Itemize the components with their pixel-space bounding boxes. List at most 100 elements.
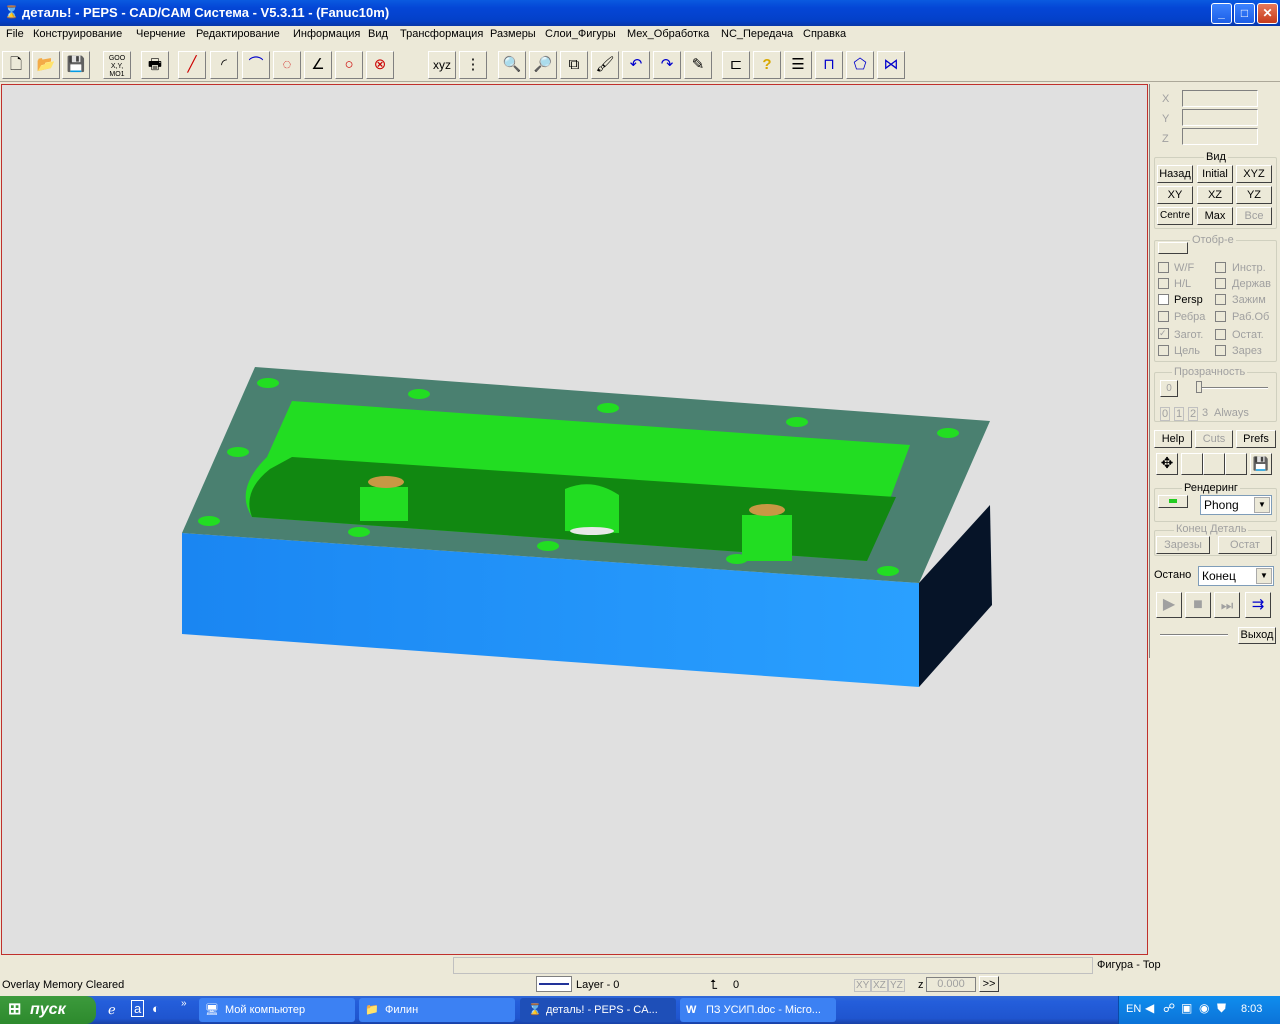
view-initial-button[interactable]: Initial [1197,165,1233,183]
tray-back-icon[interactable]: ◀ [1145,1001,1154,1015]
tray-network-icon[interactable]: ☍ [1163,1001,1175,1015]
help-button[interactable]: Help [1154,430,1192,448]
display-stock-checkbox[interactable]: ✓ [1158,328,1169,339]
endpart-cuts-button[interactable]: Зарезы [1156,536,1210,554]
menu-transform[interactable]: Трансформация [400,28,483,40]
profile-icon[interactable]: ⊓ [815,51,843,79]
more-button[interactable]: >> [979,976,999,992]
tray-green-icon[interactable]: ◉ [1199,1001,1209,1015]
display-cuts-checkbox[interactable] [1215,345,1226,356]
menu-file[interactable]: File [6,28,24,40]
menu-help[interactable]: Справка [803,28,846,40]
display-hl-checkbox[interactable] [1158,278,1169,289]
display-workpiece-checkbox[interactable] [1215,311,1226,322]
open-icon[interactable]: 📂 [32,51,60,79]
list-icon[interactable]: ☰ [784,51,812,79]
endpart-rest-button[interactable]: Остат [1218,536,1272,554]
coord-z-field[interactable] [1182,128,1258,145]
redo-icon[interactable]: ↷ [653,51,681,79]
plane-xz[interactable]: XZ [871,979,888,992]
arc3-icon[interactable]: ⌒ [242,51,270,79]
transparency-level-0[interactable]: 0 [1160,407,1171,421]
menu-info[interactable]: Информация [293,28,360,40]
zoom-window-icon[interactable]: 🔎 [529,51,557,79]
layer-color-swatch[interactable] [536,976,572,992]
plane-xy[interactable]: XY [854,979,872,992]
step-icon[interactable]: ⏭ [1214,592,1240,618]
display-persp-checkbox[interactable] [1158,294,1169,305]
task-peps[interactable]: ⌛ деталь! - PEPS - CA... [520,998,676,1022]
move-icon[interactable]: ✥ [1156,453,1178,475]
xyz-icon[interactable]: xyz [428,51,456,79]
new-icon[interactable]: 🗋 [2,51,30,79]
quicklaunch-more-icon[interactable]: » [181,998,187,1009]
transparency-slider[interactable] [1196,387,1268,389]
panel-tool-2-icon[interactable] [1181,453,1203,475]
menu-nc-transfer[interactable]: NC_Передача [721,28,793,40]
exit-button[interactable]: Выход [1238,627,1276,644]
goo-icon[interactable]: GOO X,Y, MO1 [103,51,131,79]
start-button[interactable]: ⊞ пуск [0,996,96,1024]
close-button[interactable]: ✕ [1257,3,1278,24]
stop-mode-select[interactable]: Конец ▼ [1198,566,1274,586]
view-back-button[interactable]: Назад [1157,165,1193,183]
transparency-value[interactable]: 0 [1160,380,1178,397]
quicklaunch-3-icon[interactable]: ◐ [152,1001,160,1016]
language-indicator[interactable]: EN [1126,1003,1141,1015]
grid-icon[interactable]: ⋮ [459,51,487,79]
undo-icon[interactable]: ↶ [622,51,650,79]
display-wf-checkbox[interactable] [1158,262,1169,273]
cuts-button[interactable]: Cuts [1195,430,1233,448]
display-holder-checkbox[interactable] [1215,278,1226,289]
line-icon[interactable]: ╱ [178,51,206,79]
view-xy-button[interactable]: XY [1157,186,1193,204]
speed-slider[interactable] [1160,634,1228,636]
rendering-toggle[interactable] [1158,495,1188,508]
transparency-level-3[interactable]: 3 [1202,407,1208,419]
print-icon[interactable]: 🖶 [141,51,169,79]
view-xz-button[interactable]: XZ [1197,186,1233,204]
panel-tool-4-icon[interactable] [1225,453,1247,475]
panel-save-icon[interactable]: 💾 [1250,453,1272,475]
exit-run-icon[interactable]: ⇉ [1245,592,1271,618]
rendering-mode-select[interactable]: Phong ▼ [1200,495,1272,515]
quicklaunch-a-icon[interactable]: a [131,1000,145,1017]
shape-icon[interactable]: ⬠ [846,51,874,79]
menu-edit[interactable]: Редактирование [196,28,280,40]
stop-icon[interactable]: ■ [1185,592,1211,618]
layer-label[interactable]: Layer - 0 [576,979,619,991]
menu-machining[interactable]: Мех_Обработка [627,28,709,40]
task-my-computer[interactable]: 🖥 Мой компьютер [199,998,355,1022]
coord-y-field[interactable] [1182,109,1258,126]
help-icon[interactable]: ? [753,51,781,79]
play-icon[interactable]: ▶ [1156,592,1182,618]
z-value-field[interactable]: 0.000 [926,977,976,992]
maximize-button[interactable]: □ [1234,3,1255,24]
ie-icon[interactable]: ℯ [108,1002,116,1018]
transparency-slider-thumb[interactable] [1196,381,1202,393]
layer-icon[interactable]: ⊏ [722,51,750,79]
brush-icon[interactable]: 🖌 [591,51,619,79]
circle-icon[interactable]: ○ [335,51,363,79]
minimize-button[interactable]: _ [1211,3,1232,24]
transparency-level-1[interactable]: 1 [1174,407,1185,421]
viewport-3d[interactable] [1,84,1148,955]
display-edges-checkbox[interactable] [1158,311,1169,322]
transparency-always[interactable]: Always [1214,407,1249,419]
transparency-level-2[interactable]: 2 [1188,407,1199,421]
cross-circle-icon[interactable]: ⊗ [366,51,394,79]
arc-icon[interactable]: ◜ [210,51,238,79]
view-xyz-button[interactable]: XYZ [1236,165,1272,183]
display-tool-checkbox[interactable] [1215,262,1226,273]
plane-yz[interactable]: YZ [888,979,905,992]
view-centre-button[interactable]: Centre [1157,207,1193,225]
menu-layers[interactable]: Слои_Фигуры [545,28,616,40]
save-icon[interactable]: 💾 [62,51,90,79]
angle-icon[interactable]: ∠ [304,51,332,79]
menu-drawing[interactable]: Черчение [136,28,186,40]
tray-app-icon[interactable]: ▣ [1181,1001,1192,1015]
display-toggle[interactable] [1158,242,1188,254]
task-word-doc[interactable]: W ПЗ УСИП.doc - Micro... [680,998,836,1022]
point-circle-icon[interactable]: ◌ [273,51,301,79]
menu-dimensions[interactable]: Размеры [490,28,536,40]
